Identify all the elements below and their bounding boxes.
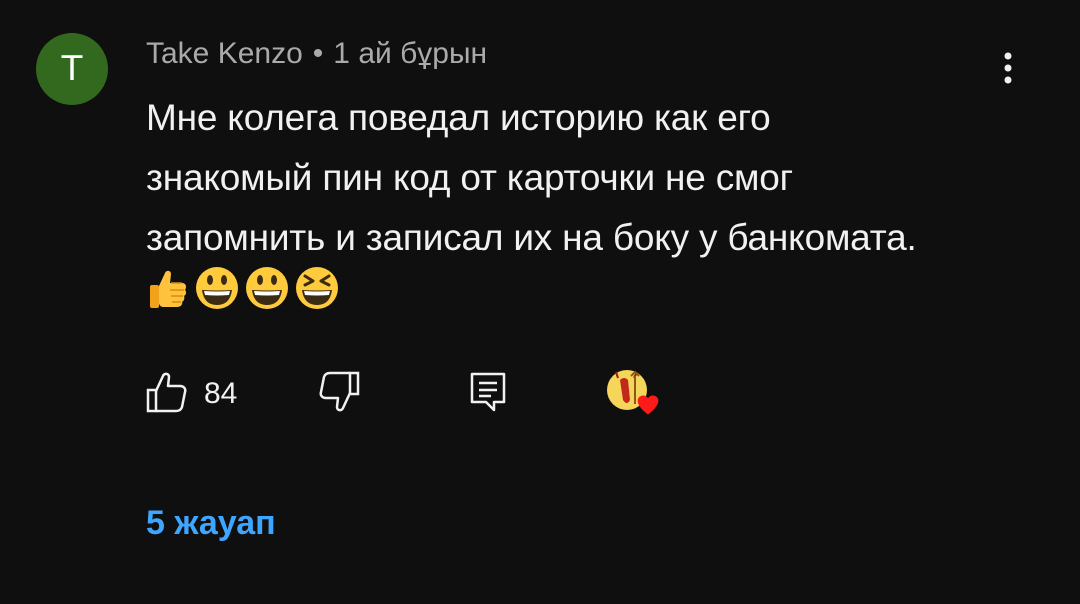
comment-header: Take Kenzo • 1 ай бұрын bbox=[146, 34, 487, 74]
comment-text: Мне колега поведал историю как его знако… bbox=[146, 97, 917, 258]
grinning-face-emoji-icon bbox=[192, 265, 242, 329]
thumbs-up-emoji-icon bbox=[146, 265, 192, 329]
comment-body: Мне колега поведал историю как его знако… bbox=[146, 88, 946, 329]
thumbs-up-icon[interactable] bbox=[146, 370, 188, 414]
header-separator: • bbox=[312, 37, 324, 70]
replies-button[interactable]: 5 жауап bbox=[146, 500, 276, 546]
avatar-letter: T bbox=[61, 49, 83, 89]
reply-icon[interactable] bbox=[468, 370, 508, 414]
author-name[interactable]: Take Kenzo bbox=[146, 37, 303, 71]
comment-actions: 84 bbox=[146, 366, 746, 422]
thumbs-down-icon[interactable] bbox=[316, 370, 360, 414]
grinning-face-emoji-icon bbox=[242, 265, 292, 329]
comment-thread: T Take Kenzo • 1 ай бұрын Мне колега пов… bbox=[0, 0, 1080, 604]
like-count: 84 bbox=[204, 377, 238, 410]
comment-time: 1 ай бұрын bbox=[333, 37, 488, 70]
avatar[interactable]: T bbox=[36, 33, 108, 105]
creator-heart-icon bbox=[602, 366, 672, 426]
laughing-face-emoji-icon bbox=[292, 265, 342, 329]
more-options-icon[interactable] bbox=[988, 48, 1028, 88]
